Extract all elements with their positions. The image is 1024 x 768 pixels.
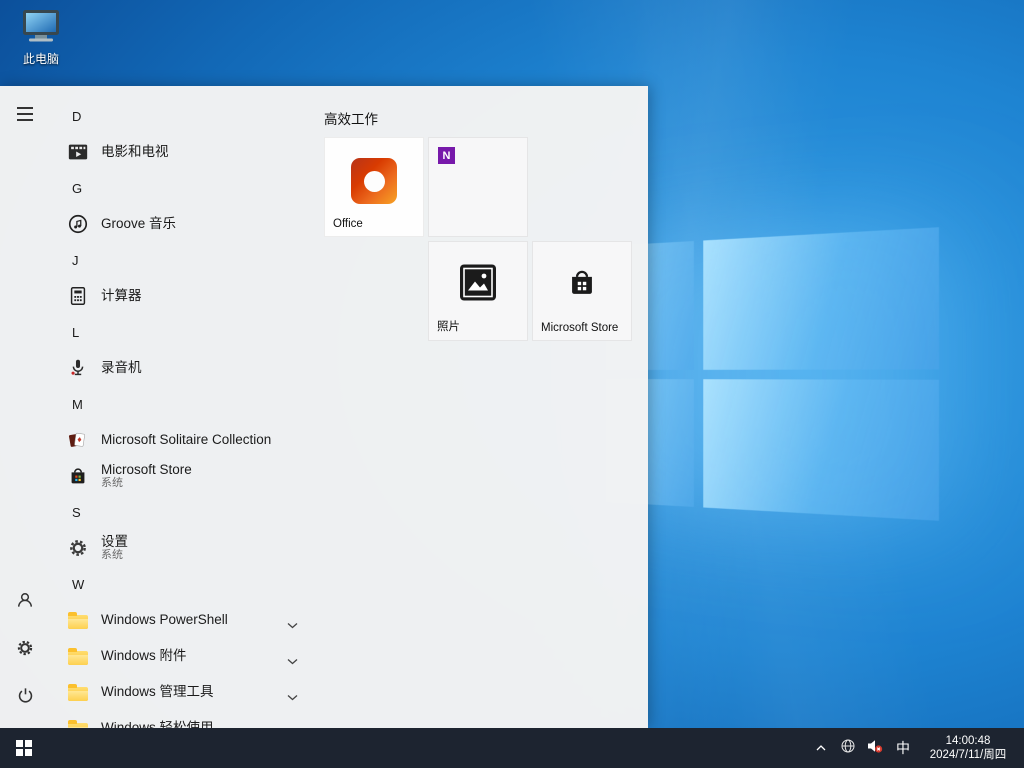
start-menu-rail [0,86,50,728]
chevron-down-icon [287,688,298,706]
office-icon [351,158,397,204]
desktop-icon-label: 此电脑 [23,50,59,67]
network-globe-icon [840,738,856,759]
app-list-letter-J[interactable]: J [50,242,312,278]
app-label: 设置 [101,534,128,550]
app-list-letter-M[interactable]: M [50,386,312,422]
tile-office[interactable]: Office [324,137,424,237]
folder-icon [66,644,90,668]
photos-icon [460,265,496,306]
tile-label: 照片 [437,318,460,334]
this-pc-icon [21,9,61,48]
tile-photos[interactable]: 照片 [428,241,528,341]
app-list-letter-G[interactable]: G [50,170,312,206]
app-label: 录音机 [101,360,142,376]
store-icon [66,464,90,488]
system-tray: 中 14:00:48 2024/7/11/周四 [807,728,1024,768]
app-list-item-calculator[interactable]: 计算器 [50,278,312,314]
solitaire-icon [66,428,90,452]
power-button[interactable] [1,674,49,722]
app-list-item-groove-music[interactable]: Groove 音乐 [50,206,312,242]
logo-pane [703,379,939,521]
letter-label: M [72,397,83,412]
app-list-item-movies-tv[interactable]: 电影和电视 [50,134,312,170]
letter-label: J [72,253,79,268]
app-list-letter-S[interactable]: S [50,494,312,530]
clock-date: 2024/7/11/周四 [918,748,1018,762]
voice-recorder-icon [66,356,90,380]
app-label: Groove 音乐 [101,216,176,232]
app-label: Windows PowerShell [101,612,228,628]
onenote-icon: N [438,147,455,164]
movies-tv-icon [66,140,90,164]
app-list-letter-W[interactable]: W [50,566,312,602]
app-folder-windows-ease-of-access[interactable]: Windows 轻松使用 [50,710,312,728]
letter-label: W [72,577,84,592]
wallpaper-windows-logo [606,227,939,521]
power-icon [16,686,35,710]
settings-button[interactable] [1,626,49,674]
app-label: Microsoft Solitaire Collection [101,432,271,448]
app-label: 计算器 [101,288,142,304]
app-folder-windows-admin-tools[interactable]: Windows 管理工具 [50,674,312,710]
app-list: D 电影和电视 G [50,86,312,728]
taskbar: 中 14:00:48 2024/7/11/周四 [0,728,1024,768]
letter-label: S [72,505,81,520]
start-menu: D 电影和电视 G [0,86,648,728]
letter-label: D [72,109,81,124]
hamburger-menu-icon [17,107,33,121]
chevron-up-icon [815,739,827,757]
app-folder-windows-powershell[interactable]: Windows PowerShell [50,602,312,638]
user-icon [15,590,35,615]
app-list-item-solitaire[interactable]: Microsoft Solitaire Collection [50,422,312,458]
app-list-letter-D[interactable]: D [50,98,312,134]
clock-time: 14:00:48 [918,734,1018,748]
settings-gear-icon [66,536,90,560]
app-label: Microsoft Store [101,462,192,478]
chevron-down-icon [287,616,298,634]
app-sublabel: 系统 [101,477,192,490]
expand-menu-button[interactable] [1,90,49,138]
groove-music-icon [66,212,90,236]
settings-gear-icon [15,638,35,663]
app-label: Windows 附件 [101,648,187,664]
tile-group: 高效工作 Office N 照片 [324,86,648,728]
app-list-item-microsoft-store[interactable]: Microsoft Store 系统 [50,458,312,494]
app-label: 电影和电视 [101,144,169,160]
show-hidden-icons-button[interactable] [807,728,834,768]
tile-onenote[interactable]: N [428,137,528,237]
windows-logo-icon [16,740,32,756]
tile-label: Office [333,218,363,230]
app-list-letter-L[interactable]: L [50,314,312,350]
store-icon [565,266,599,305]
calculator-icon [66,284,90,308]
chevron-down-icon [287,652,298,670]
volume-button[interactable] [861,728,888,768]
volume-muted-icon [866,738,883,759]
app-sublabel: 系统 [101,549,128,562]
network-status-button[interactable] [834,728,861,768]
app-label: Windows 轻松使用 [101,720,214,728]
tile-group-title[interactable]: 高效工作 [324,108,378,128]
tile-microsoft-store[interactable]: Microsoft Store [532,241,632,341]
app-label: Windows 管理工具 [101,684,214,700]
folder-icon [66,716,90,728]
app-folder-windows-accessories[interactable]: Windows 附件 [50,638,312,674]
screen: 此电脑 [0,0,1024,768]
logo-pane [703,227,939,369]
app-list-item-settings[interactable]: 设置 系统 [50,530,312,566]
taskbar-clock[interactable]: 14:00:48 2024/7/11/周四 [918,734,1024,762]
letter-label: G [72,181,82,196]
folder-icon [66,680,90,704]
user-account-button[interactable] [1,578,49,626]
ime-indicator[interactable]: 中 [888,728,918,768]
start-button[interactable] [0,728,48,768]
desktop-icon-this-pc[interactable]: 此电脑 [11,9,71,67]
letter-label: L [72,325,79,340]
folder-icon [66,608,90,632]
app-list-item-voice-recorder[interactable]: 录音机 [50,350,312,386]
tile-label: Microsoft Store [541,322,618,334]
